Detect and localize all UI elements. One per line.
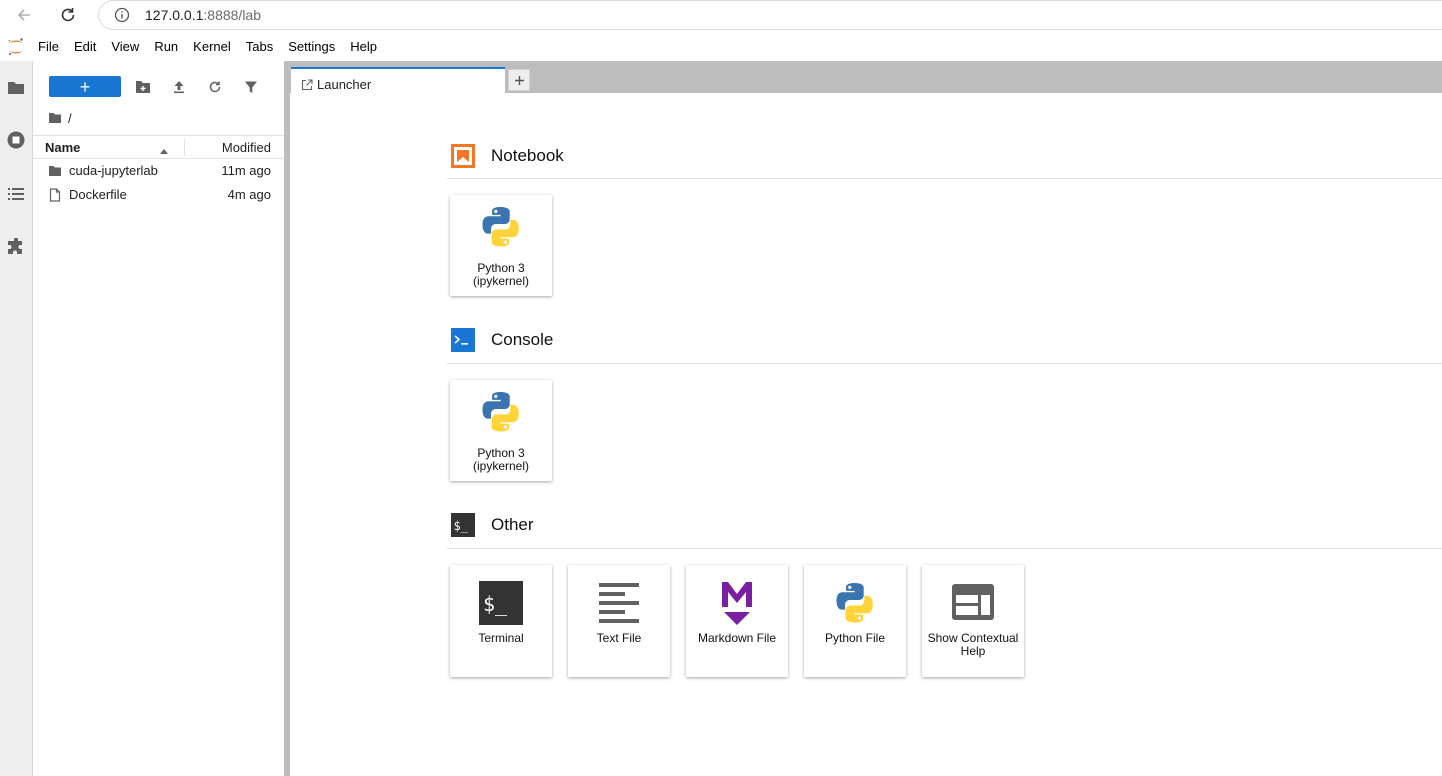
console-python3-card[interactable]: Python 3 (ipykernel) [450, 380, 552, 481]
column-divider[interactable] [184, 139, 185, 156]
url-text: 127.0.0.1:8888/lab [145, 7, 261, 23]
add-tab-button[interactable] [508, 69, 530, 91]
file-modified: 4m ago [227, 187, 271, 202]
extension-manager-icon[interactable] [4, 235, 28, 259]
svg-text:$_: $_ [454, 519, 469, 533]
contextual-help-card[interactable]: Show Contextual Help [922, 565, 1024, 677]
markdown-file-card[interactable]: Markdown File [686, 565, 788, 677]
tab-label: Launcher [317, 77, 372, 92]
folder-icon [47, 163, 63, 179]
section-divider [447, 548, 1442, 549]
file-name: cuda-jupyterlab [69, 163, 158, 178]
python-logo-icon [831, 579, 879, 627]
card-label: Terminal [478, 631, 524, 645]
terminal-card[interactable]: $_ Terminal [450, 565, 552, 677]
breadcrumb: / [48, 109, 72, 127]
tab-launcher[interactable]: Launcher [291, 67, 505, 100]
section-divider [447, 178, 1442, 179]
terminal-icon: $_ [477, 579, 525, 627]
text-file-card[interactable]: Text File [568, 565, 670, 677]
file-row-dockerfile[interactable]: Dockerfile 4m ago [33, 183, 284, 207]
menu-settings[interactable]: Settings [282, 33, 341, 61]
other-section-header: $_ Other [450, 511, 534, 539]
file-icon [47, 187, 63, 203]
file-browser-panel: + / Name Modified cuda-jupyterlab 11m ag… [33, 61, 284, 776]
refresh-icon[interactable] [204, 76, 226, 98]
contextual-help-icon [949, 579, 997, 627]
menu-edit[interactable]: Edit [68, 33, 102, 61]
section-title: Other [491, 515, 534, 534]
new-launcher-label: + [79, 76, 91, 97]
breadcrumb-path[interactable]: / [68, 111, 72, 126]
reload-button[interactable] [56, 3, 80, 27]
console-section-header: Console [450, 326, 553, 354]
menu-kernel[interactable]: Kernel [187, 33, 237, 61]
plus-icon [514, 75, 524, 85]
left-activity-bar [0, 61, 33, 776]
back-button[interactable] [12, 3, 36, 27]
menu-file[interactable]: File [32, 33, 65, 61]
browser-bar: 127.0.0.1:8888/lab [0, 0, 1442, 30]
reload-icon [61, 8, 75, 22]
menu-bar: File Edit View Run Kernel Tabs Settings … [0, 33, 1442, 61]
table-of-contents-icon[interactable] [4, 182, 28, 206]
new-launcher-button[interactable]: + [49, 76, 121, 97]
notebook-python3-card[interactable]: Python 3 (ipykernel) [450, 195, 552, 296]
menu-view[interactable]: View [105, 33, 145, 61]
svg-text:$_: $_ [483, 592, 508, 616]
launcher-tab-icon [300, 78, 314, 92]
filter-icon[interactable] [240, 76, 262, 98]
tab-bar: Launcher [290, 61, 1442, 100]
menu-help[interactable]: Help [344, 33, 383, 61]
file-list-header: Name Modified [33, 135, 284, 159]
section-divider [447, 363, 1442, 364]
card-label: Markdown File [697, 631, 777, 645]
console-icon [450, 327, 476, 353]
upload-icon[interactable] [168, 76, 190, 98]
markdown-icon [713, 579, 761, 627]
card-label: Python 3 (ipykernel) [472, 446, 529, 473]
notebook-section-header: Notebook [450, 142, 564, 170]
column-modified-header[interactable]: Modified [222, 140, 271, 155]
jupyter-logo-icon [0, 33, 32, 61]
column-name-header[interactable]: Name [45, 140, 80, 155]
file-row-cuda-jupyterlab[interactable]: cuda-jupyterlab 11m ago [33, 159, 284, 183]
python-logo-icon [477, 203, 525, 251]
file-name: Dockerfile [69, 187, 127, 202]
card-label: Show Contextual Help [927, 631, 1019, 658]
back-arrow-icon [17, 9, 30, 21]
home-folder-icon[interactable] [48, 112, 62, 124]
folder-icon[interactable] [4, 76, 28, 100]
menu-tabs[interactable]: Tabs [240, 33, 279, 61]
card-label: Text File [596, 631, 642, 645]
python-file-card[interactable]: Python File [804, 565, 906, 677]
address-bar[interactable]: 127.0.0.1:8888/lab [98, 0, 1442, 30]
python-logo-icon [477, 388, 525, 436]
section-title: Notebook [491, 146, 564, 165]
file-modified: 11m ago [221, 163, 271, 178]
section-title: Console [491, 330, 554, 349]
card-label: Python 3 (ipykernel) [472, 261, 529, 288]
notebook-icon [450, 143, 476, 169]
menu-run[interactable]: Run [148, 33, 184, 61]
card-label: Python File [824, 631, 886, 645]
site-info-icon[interactable] [113, 6, 131, 24]
url-host: 127.0.0.1 [145, 7, 204, 23]
new-folder-icon[interactable] [132, 76, 154, 98]
running-sessions-icon[interactable] [4, 128, 28, 152]
launcher-panel: Notebook Python 3 (ipykernel) Console Py… [290, 99, 1442, 776]
terminal-section-icon: $_ [450, 512, 476, 538]
text-file-icon [595, 579, 643, 627]
url-path: :8888/lab [203, 7, 261, 23]
sort-ascending-icon [159, 142, 169, 157]
